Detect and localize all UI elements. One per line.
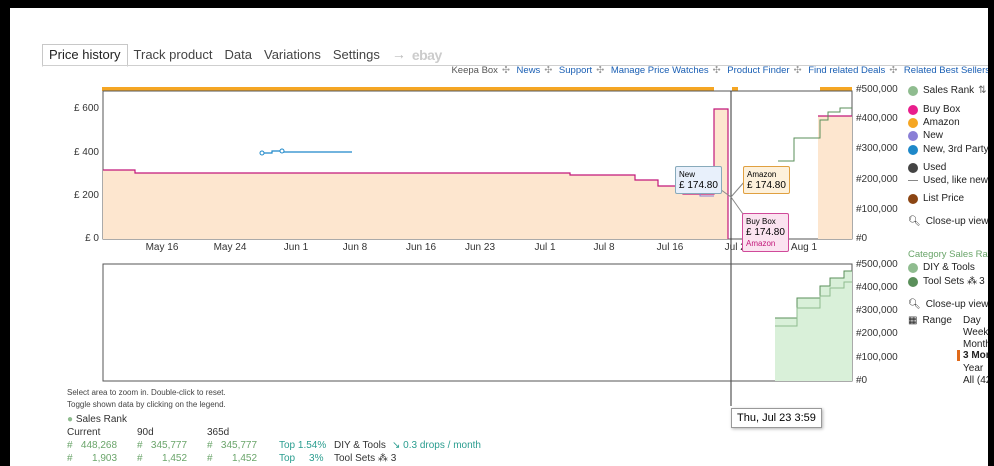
y-tick-200: £ 200 (73, 190, 99, 201)
legend-diy-tools[interactable]: DIY & Tools (908, 262, 975, 273)
stats-row1-90d: # 345,777 (137, 440, 188, 451)
range-month[interactable]: Month (963, 339, 988, 350)
keepa-panel: { "tabs": ["Price history","Track produc… (10, 8, 988, 466)
x-tick: Jul 8 (593, 242, 615, 253)
x-tick: Aug 1 (790, 242, 818, 253)
x-tick: Jun 23 (464, 242, 496, 253)
hover-time-tooltip: Thu, Jul 23 3:59 (731, 408, 822, 428)
stats-row1-current: # 448,268 (67, 440, 118, 451)
rank-tick-0: #0 (856, 233, 868, 244)
x-tick: May 24 (213, 242, 247, 253)
rank-tick-200k: #200,000 (856, 174, 898, 185)
search-icon: 🔍︎ (908, 216, 921, 227)
rank2-tick-0: #0 (856, 375, 868, 386)
calendar-icon: ▦ (908, 315, 918, 326)
legend-new-3p[interactable]: New, 3rd Party (908, 144, 988, 155)
stats-row1-drops: ↘ 0.3 drops / month (392, 440, 481, 451)
closeup-view-toggle-2[interactable]: 🔍︎ Close-up view (908, 299, 988, 310)
rank2-tick-100k: #100,000 (856, 352, 898, 363)
legend-tool-sets[interactable]: Tool Sets ⁂ 3 (908, 276, 985, 287)
search-icon: 🔍︎ (908, 299, 921, 310)
x-tick: Jun 16 (405, 242, 437, 253)
category-sales-rank-title: Category Sales Rank (908, 249, 988, 260)
stats-row1-365d: # 345,777 (207, 440, 258, 451)
rank-tick-500k: #500,000 (856, 84, 898, 95)
trend-down-icon: ↘ (392, 440, 401, 451)
buybox-tooltip: Buy Box £ 174.80 Amazon (742, 213, 789, 252)
range-label: ▦ Range (908, 315, 952, 326)
list-price-dot-icon (908, 193, 918, 204)
rank2-tick-300k: #300,000 (856, 305, 898, 316)
used-like-new-line-icon (908, 180, 918, 181)
zoom-hint: Select area to zoom in. Double-click to … (67, 388, 226, 397)
legend-amazon[interactable]: Amazon (908, 117, 960, 128)
x-tick: Jul 1 (534, 242, 556, 253)
sort-icon[interactable]: ⇅ (978, 85, 986, 96)
stats-row2-cat: Tool Sets ⁂ 3 (334, 453, 397, 464)
range-all[interactable]: All (42 (963, 375, 988, 386)
sales-rank-dot-icon (908, 85, 918, 96)
buy-box-area (103, 109, 728, 239)
y-tick-600: £ 600 (73, 103, 99, 114)
legend-list-price[interactable]: List Price (908, 193, 964, 204)
x-tick: Jun 8 (342, 242, 368, 253)
range-year[interactable]: Year (963, 363, 983, 374)
toolsets-dot-icon (908, 276, 918, 287)
range-week[interactable]: Week (963, 327, 988, 338)
stats-row1-cat: DIY & Tools (334, 440, 386, 451)
stats-row2-top: Top 3% (279, 453, 324, 464)
toggle-hint: Toggle shown data by clicking on the leg… (67, 400, 226, 409)
hierarchy-icon: ⁂ (967, 276, 978, 287)
diy-dot-icon (908, 262, 918, 273)
used-dot-icon (908, 162, 918, 173)
legend-sales-rank[interactable]: Sales Rank ⇅ (908, 85, 987, 96)
new-3p-dot-icon (908, 144, 918, 155)
stats-col-90d: 90d (137, 427, 154, 438)
stats-col-current: Current (67, 427, 101, 438)
stats-col-365d: 365d (207, 427, 230, 438)
x-tick: Jun 1 (283, 242, 309, 253)
stats-title: ● Sales Rank (67, 414, 127, 425)
y-tick-0: £ 0 (85, 233, 99, 244)
stats-row2-current: # 1,903 (67, 453, 118, 464)
x-tick: May 16 (145, 242, 179, 253)
rank-tick-300k: #300,000 (856, 143, 898, 154)
x-tick: Jul 16 (656, 242, 684, 253)
range-day[interactable]: Day (963, 315, 981, 326)
rank2-tick-200k: #200,000 (856, 328, 898, 339)
hierarchy-icon: ⁂ (377, 453, 388, 464)
new-3p-line (262, 150, 352, 154)
legend-used[interactable]: Used (908, 162, 946, 173)
legend-new[interactable]: New (908, 130, 943, 141)
closeup-view-toggle[interactable]: 🔍︎ Close-up view (908, 216, 988, 227)
rank2-tick-500k: #500,000 (856, 259, 898, 270)
legend-used-like-new[interactable]: Used, like new (908, 175, 988, 186)
new-dot-icon (908, 130, 918, 141)
stats-row1-top: Top 1.54% (279, 440, 327, 451)
amazon-tooltip: Amazon £ 174.80 (743, 166, 790, 194)
stats-row2-365d: # 1,452 (207, 453, 258, 464)
range-3months[interactable]: 3 Months (957, 350, 988, 361)
rank-tick-400k: #400,000 (856, 113, 898, 124)
rank-plot-frame (102, 263, 853, 382)
amazon-dot-icon (908, 117, 918, 128)
legend-buy-box[interactable]: Buy Box (908, 104, 960, 115)
price-chart-svg[interactable] (10, 8, 988, 466)
buy-box-dot-icon (908, 104, 918, 115)
new-tooltip: New £ 174.80 (675, 166, 722, 194)
y-tick-400: £ 400 (73, 147, 99, 158)
rank-tick-100k: #100,000 (856, 204, 898, 215)
amazon-availability-bar (102, 87, 714, 91)
rank2-tick-400k: #400,000 (856, 282, 898, 293)
stats-row2-90d: # 1,452 (137, 453, 188, 464)
